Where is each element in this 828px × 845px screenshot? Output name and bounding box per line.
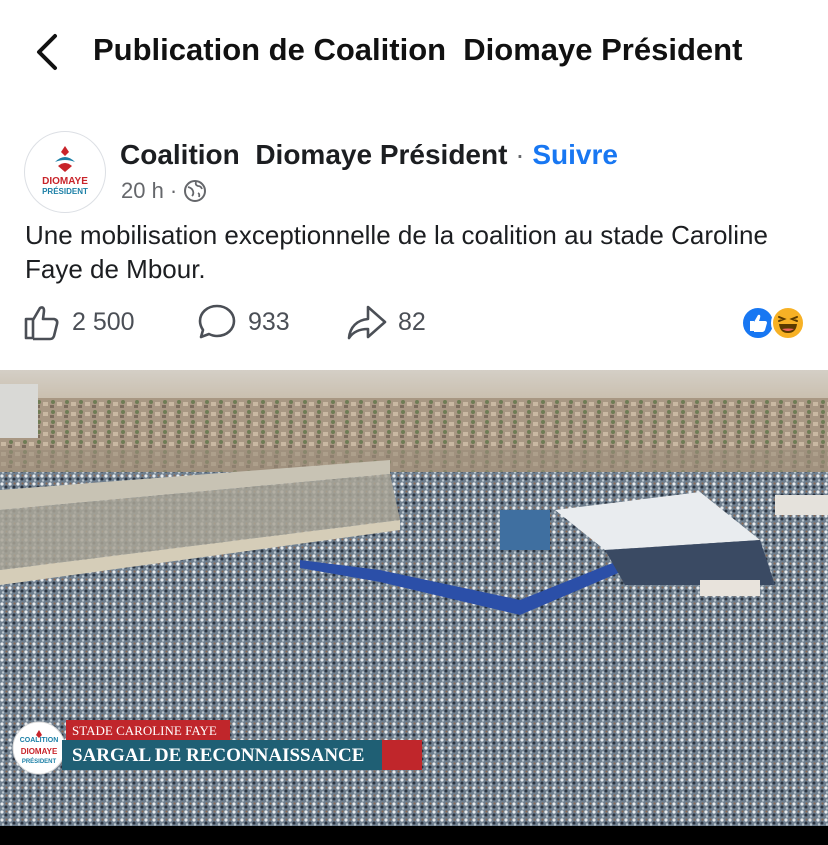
banner-main-text: SARGAL DE RECONNAISSANCE [72, 745, 364, 766]
like-count: 2 500 [72, 307, 135, 336]
coalition-logo: DIOMAYE PRÉSIDENT [26, 133, 104, 211]
like-button[interactable]: 2 500 [22, 302, 135, 342]
top-bar: Publication de Coalition Diomaye Préside… [0, 0, 828, 105]
overlay-logo-bottom: PRÉSIDENT [22, 757, 57, 765]
post-time[interactable]: 20 h [121, 178, 164, 204]
bottom-strip [0, 826, 828, 845]
share-button[interactable]: 82 [346, 302, 426, 342]
author-separator: · [515, 139, 525, 170]
author-line: Coalition Diomaye Président · Suivre [120, 139, 618, 171]
post-actions: 2 500 933 82 [22, 302, 812, 342]
post-caption: Une mobilisation exceptionnelle de la co… [25, 220, 768, 284]
page-title: Publication de Coalition Diomaye Préside… [93, 32, 743, 67]
thumbs-up-icon [24, 306, 59, 341]
author-name[interactable]: Coalition Diomaye Président [120, 139, 507, 170]
stadium-crowd-image: COALITION DIOMAYE PRÉSIDENT STADE CAROLI… [0, 370, 828, 826]
avatar-text-line1: DIOMAYE [42, 176, 88, 187]
comment-button[interactable]: 933 [196, 302, 290, 342]
page-avatar[interactable]: DIOMAYE PRÉSIDENT [24, 131, 106, 213]
reaction-summary[interactable] [740, 305, 806, 340]
chevron-left-icon [37, 34, 57, 70]
banner-top-text: STADE CAROLINE FAYE [72, 723, 217, 738]
globe-icon [184, 180, 207, 202]
back-button[interactable] [30, 30, 70, 74]
overlay-logo-top: COALITION [20, 737, 59, 744]
post-photo[interactable]: COALITION DIOMAYE PRÉSIDENT STADE CAROLI… [0, 370, 828, 826]
comment-icon [198, 304, 236, 339]
haha-reaction-icon [771, 306, 805, 340]
meta-separator: · [169, 178, 178, 203]
share-arrow-icon [347, 305, 387, 340]
avatar-text-line2: PRÉSIDENT [42, 187, 88, 196]
follow-button[interactable]: Suivre [532, 139, 618, 170]
share-count: 82 [398, 307, 426, 336]
comment-count: 933 [248, 307, 290, 336]
overlay-logo-mid: DIOMAYE [21, 747, 58, 756]
post-meta: 20 h · [121, 178, 207, 204]
